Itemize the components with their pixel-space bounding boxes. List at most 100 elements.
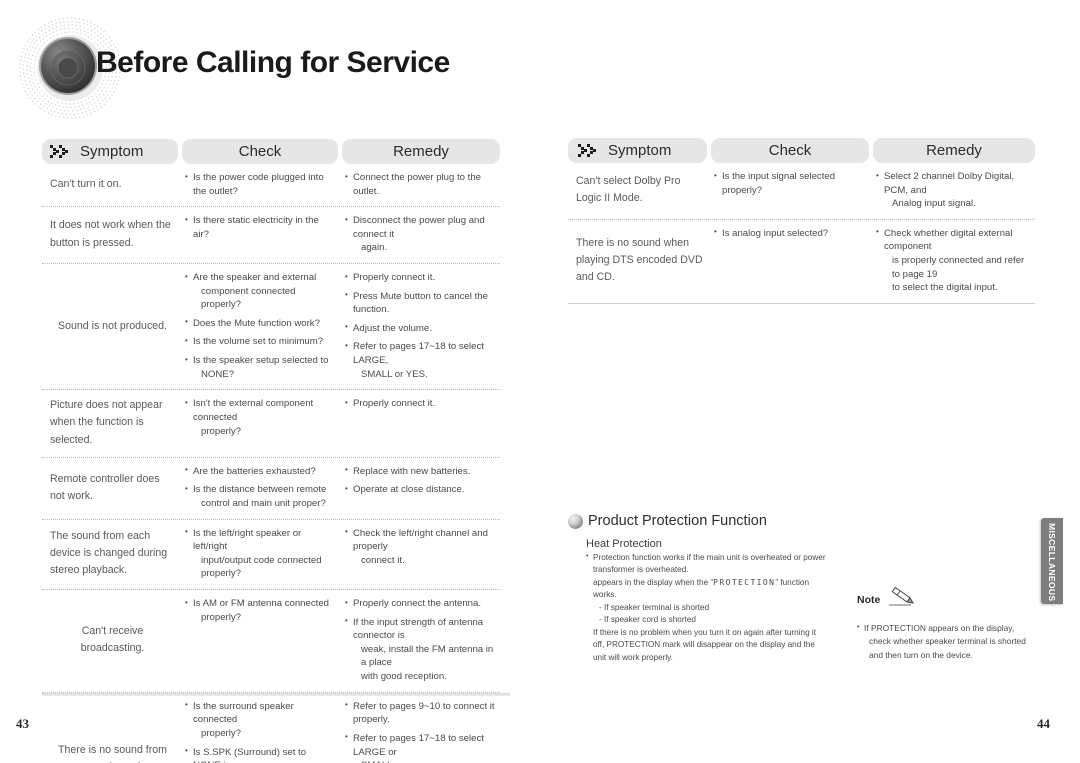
check-item: Isn't the external component connectedpr… [185, 397, 335, 438]
check-item: Is S.SPK (Surround) set to NONE inSpeake… [185, 745, 335, 763]
heat-protection-body: Protection function works if the main un… [586, 551, 868, 664]
remedy-list: Select 2 channel Dolby Digital, PCM, and… [876, 170, 1032, 211]
remedy-item: Check whether digital external component… [876, 226, 1032, 295]
protection-line-3-post: ” function [775, 577, 810, 587]
column-header-symptom: Symptom [42, 139, 178, 164]
product-protection-heading: Product Protection Function [568, 513, 868, 529]
remedy-item: Properly connect the antenna. [345, 597, 497, 611]
check-cell: Is there static electricity in the air? [182, 207, 338, 263]
remedy-cell: Properly connect the antenna. If the inpu… [342, 590, 500, 692]
product-protection-title: Product Protection Function [588, 513, 767, 529]
check-cell: Is AM or FM antenna connectedproperly? [182, 590, 338, 692]
remedy-item-cont: Analog input signal. [892, 198, 976, 210]
table-header-row-left: Symptom Check Remedy [42, 139, 500, 164]
check-cell: Is the input signal selected properly? [711, 163, 869, 219]
remedy-list: Replace with new batteries. Operate at cl… [345, 464, 497, 497]
remedy-cell: Select 2 channel Dolby Digital, PCM, and… [873, 163, 1035, 219]
symptom-cell: There is no sound when playing DTS encod… [576, 237, 703, 284]
remedy-list: Refer to pages 9~10 to connect it proper… [345, 699, 497, 763]
table-row: Can't turn it on. Is the power code plugg… [42, 164, 500, 206]
check-list: Are the batteries exhausted? Is the dista… [185, 464, 335, 511]
check-item: Is analog input selected? [714, 226, 866, 241]
remedy-cell: Check the left/right channel and properl… [342, 520, 500, 589]
check-cell: Is the power code plugged into the outle… [182, 164, 338, 206]
remedy-cell: Disconnect the power plug and connect it… [342, 207, 500, 263]
symptom-cell: It does not work when the button is pres… [50, 219, 171, 249]
check-item-cont: component connected properly? [201, 285, 296, 311]
column-header-check: Check [182, 139, 338, 164]
check-list: Is analog input selected? [714, 226, 866, 241]
check-item: Is the distance between remotecontrol an… [185, 483, 335, 510]
check-cell: Are the batteries exhausted? Is the dista… [182, 458, 338, 519]
check-item-cont: properly? [201, 727, 241, 739]
protection-line-1: Protection function works if the main un… [586, 551, 868, 564]
remedy-item-cont: SMALL. [353, 759, 497, 763]
check-cell: Are the speaker and externalcomponent co… [182, 264, 338, 389]
page-number-right: 44 [1037, 716, 1050, 731]
remedy-item: Disconnect the power plug and connect it… [345, 214, 497, 255]
symptom-cell: Can't receive broadcasting. [80, 625, 145, 655]
symptom-cell: Picture does not appear when the functio… [50, 399, 163, 446]
column-header-check: Check [711, 138, 869, 163]
check-item: Is there static electricity in the air? [185, 214, 335, 241]
check-cell: Isn't the external component connectedpr… [182, 390, 338, 456]
note-line-1: If PROTECTION appears on the display, [864, 623, 1015, 633]
symptom-cell: Sound is not produced. [58, 319, 167, 332]
section-tab-label: MISCELLANEOUS [1047, 523, 1057, 602]
protection-line-2: transformer is overheated. [593, 565, 689, 575]
remedy-item: Refer to pages 17~18 to select LARGE,SMA… [345, 340, 497, 381]
protection-line-5: If there is no problem when you turn it … [593, 627, 817, 637]
protection-line-6: off, PROTECTION mark will disappear on t… [593, 640, 815, 650]
column-header-remedy: Remedy [342, 139, 500, 164]
remedy-item: Select 2 channel Dolby Digital, PCM, and… [876, 170, 1032, 211]
remedy-item: Replace with new batteries. [345, 464, 497, 479]
column-header-symptom: Symptom [568, 138, 707, 163]
remedy-list: Check the left/right channel and properl… [345, 526, 497, 568]
note-line-2: check whether speaker terminal is shorte… [869, 636, 1026, 647]
note-line-3: and then turn on the device. [869, 649, 973, 660]
remedy-item: Properly connect it. [345, 397, 497, 411]
troubleshooting-table-left: Symptom Check Remedy Can't turn it on. Is… [42, 139, 500, 763]
remedy-item: Operate at close distance. [345, 483, 497, 497]
remedy-item-cont: is properly connected and refer to page … [892, 255, 1025, 280]
check-cell: Is analog input selected? [711, 220, 869, 303]
remedy-item: Refer to pages 9~10 to connect it proper… [345, 699, 497, 727]
note-text: If PROTECTION appears on the display, ch… [857, 621, 1037, 662]
table-body-right: Can't select Dolby Pro Logic II Mode. Is … [568, 163, 1035, 304]
check-item: Is the left/right speaker or left/righti… [185, 526, 335, 581]
section-tab-miscellaneous[interactable]: MISCELLANEOUS [1041, 518, 1063, 604]
protection-bullet-1: - If speaker terminal is shorted [599, 602, 710, 612]
heat-protection-subtitle: Heat Protection [586, 538, 662, 550]
table-header-row-right: Symptom Check Remedy [568, 138, 1035, 163]
check-item-cont: properly? [201, 568, 241, 580]
remedy-item-cont: weak, install the FM antenna in a place [361, 643, 494, 669]
product-protection-section: Product Protection Function Heat Protect… [568, 513, 868, 664]
remedy-list: Connect the power plug to the outlet. [345, 170, 497, 198]
table-row: There is no sound from surround speaker.… [42, 691, 500, 763]
column-header-symptom-label: Symptom [80, 143, 144, 160]
check-list: Is there static electricity in the air? [185, 214, 335, 241]
table-row: Can't receive broadcasting. Is AM or FM a… [42, 589, 500, 692]
table-row: Remote controller does not work. Are the … [42, 456, 500, 519]
remedy-list: Properly connect it. [345, 397, 497, 411]
check-list: Is the power code plugged into the outle… [185, 170, 335, 198]
manual-page-spread: Before Calling for Service Symptom Check… [0, 0, 1080, 763]
check-cell: Is the surround speaker connectedproperl… [182, 693, 338, 763]
remedy-item-cont: connect it. [361, 554, 405, 566]
remedy-list: Properly connect it. Press Mute button to… [345, 271, 497, 381]
remedy-cell: Connect the power plug to the outlet. [342, 164, 500, 206]
remedy-item: Connect the power plug to the outlet. [345, 170, 497, 198]
note-label: Note [857, 594, 881, 606]
check-item: Is the volume set to minimum? [185, 335, 335, 349]
table-body-left: Can't turn it on. Is the power code plugg… [42, 164, 500, 763]
symptom-cell: Remote controller does not work. [50, 472, 160, 502]
protection-bullet-2: - If speaker cord is shorted [599, 615, 696, 625]
check-item: Is the speaker setup selected toNONE? [185, 354, 335, 381]
remedy-cell: Properly connect it. [342, 390, 500, 456]
symptom-cell: Can't select Dolby Pro Logic II Mode. [576, 175, 681, 205]
check-item: Does the Mute function work? [185, 316, 335, 331]
remedy-item-cont: with good reception. [361, 671, 447, 683]
check-list: Isn't the external component connectedpr… [185, 397, 335, 438]
check-item-cont: control and main unit proper? [201, 498, 326, 509]
remedy-cell: Replace with new batteries. Operate at cl… [342, 458, 500, 519]
